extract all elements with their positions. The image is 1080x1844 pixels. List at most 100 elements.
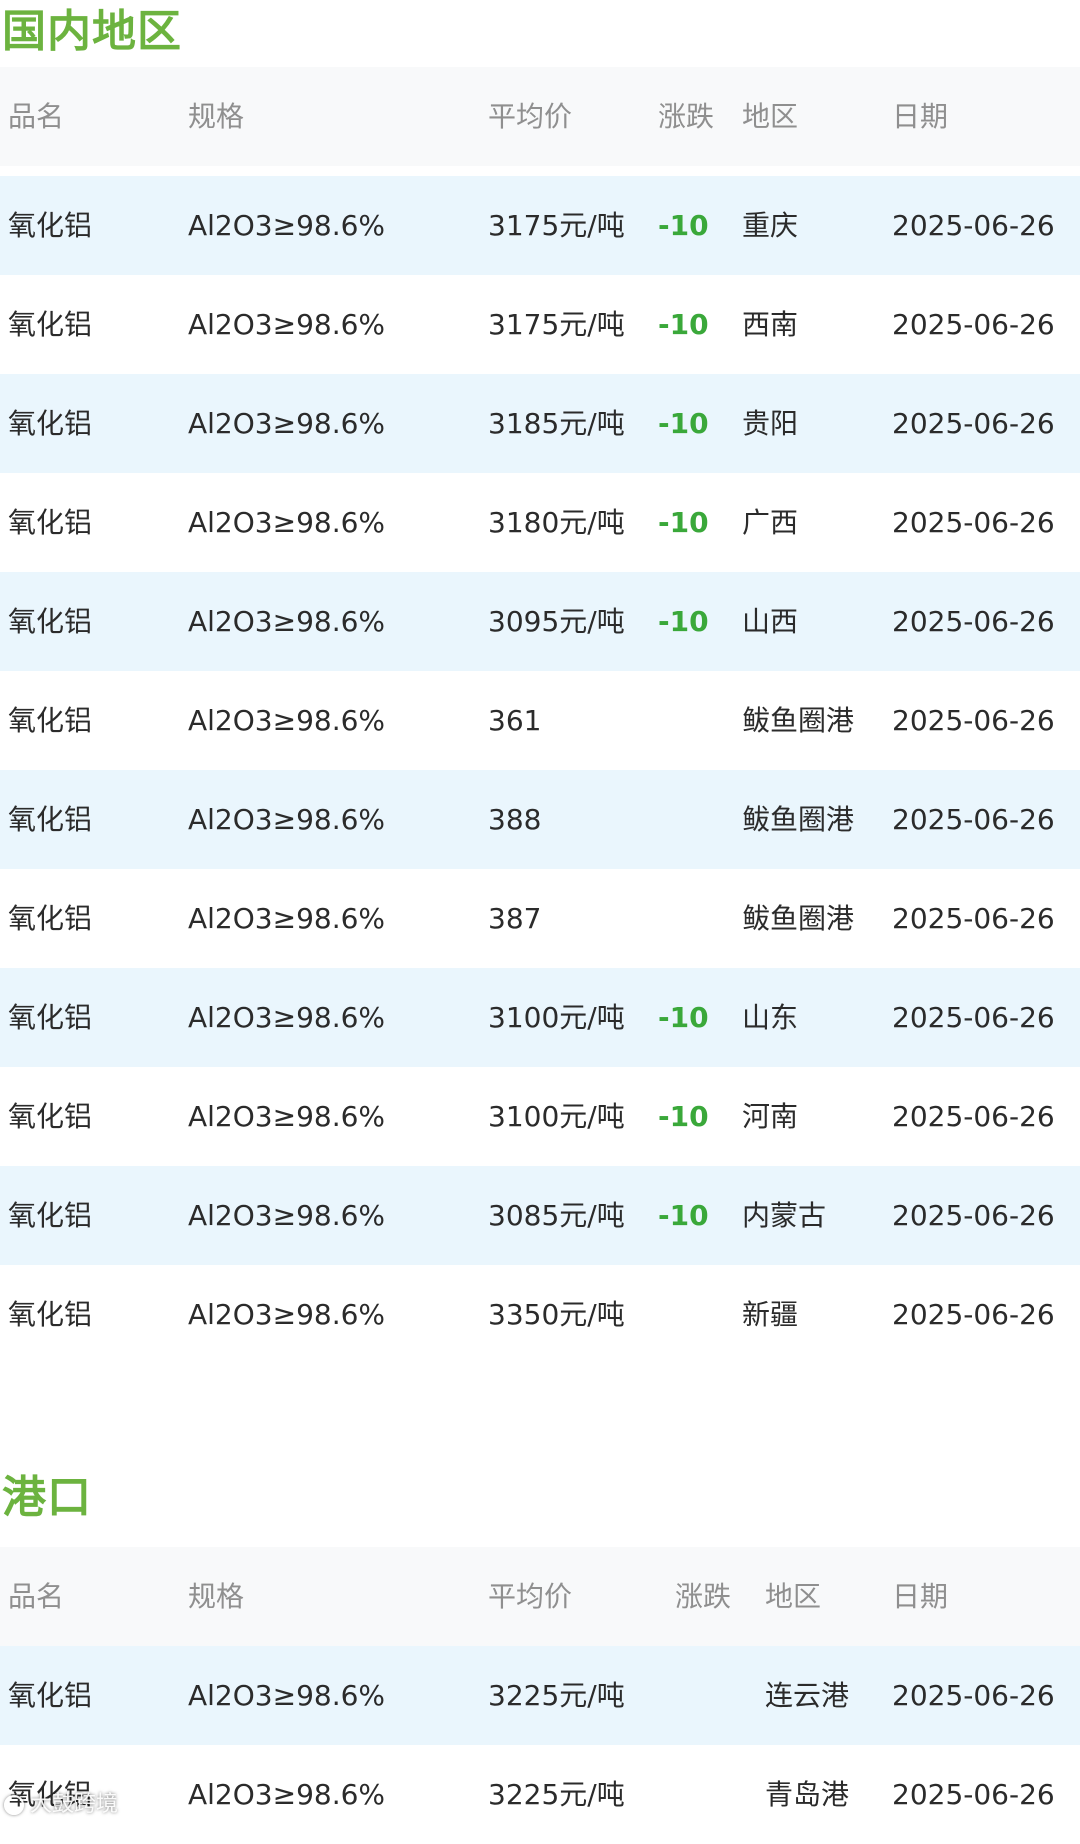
cell-name: 氧化铝	[8, 1298, 93, 1331]
cell-name: 氧化铝	[8, 605, 93, 638]
cell-date: 2025-06-26	[892, 1298, 1055, 1331]
cell-date: 2025-06-26	[892, 209, 1055, 242]
cell-name: 氧化铝	[8, 506, 93, 539]
cell-price: 3180元/吨	[488, 506, 625, 539]
cell-name: 氧化铝	[8, 209, 93, 242]
watermark: 大鼓跨境	[4, 1790, 118, 1820]
cell-region: 广西	[742, 506, 799, 539]
cell-spec: Al2O3≥98.6%	[188, 1199, 386, 1232]
column-header-date: 日期	[892, 1580, 949, 1613]
cell-spec: Al2O3≥98.6%	[188, 1001, 386, 1034]
cell-date: 2025-06-26	[892, 1199, 1055, 1232]
cell-region: 鲅鱼圈港	[742, 902, 855, 935]
column-header-spec: 规格	[188, 100, 245, 133]
column-header-name: 品名	[8, 1580, 65, 1613]
column-header-change: 涨跌	[658, 100, 715, 133]
column-header-spec: 规格	[188, 1580, 245, 1613]
cell-price: 3225元/吨	[488, 1778, 625, 1811]
column-header-region: 地区	[765, 1580, 822, 1613]
cell-spec: Al2O3≥98.6%	[188, 506, 386, 539]
cell-change: -10	[658, 308, 709, 341]
cell-name: 氧化铝	[8, 704, 93, 737]
table-row: 氧化铝 Al2O3≥98.6% 3100元/吨 -10 河南 2025-06-26	[0, 1067, 1080, 1166]
table-row: 氧化铝 Al2O3≥98.6% 3175元/吨 -10 重庆 2025-06-26	[0, 176, 1080, 275]
column-header-change: 涨跌	[675, 1580, 732, 1613]
cell-date: 2025-06-26	[892, 1001, 1055, 1034]
cell-price: 3175元/吨	[488, 209, 625, 242]
table-header-row: 品名 规格 平均价 涨跌 地区 日期	[0, 1547, 1080, 1646]
cell-spec: Al2O3≥98.6%	[188, 1298, 386, 1331]
cell-spec: Al2O3≥98.6%	[188, 308, 386, 341]
cell-name: 氧化铝	[8, 1199, 93, 1232]
cell-date: 2025-06-26	[892, 506, 1055, 539]
table-row: 氧化铝 Al2O3≥98.6% 3185元/吨 -10 贵阳 2025-06-26	[0, 374, 1080, 473]
cell-region: 鲅鱼圈港	[742, 803, 855, 836]
table-row: 氧化铝 Al2O3≥98.6% 3180元/吨 -10 广西 2025-06-26	[0, 473, 1080, 572]
cell-region: 新疆	[742, 1298, 799, 1331]
cell-price: 388	[488, 803, 542, 836]
cell-date: 2025-06-26	[892, 1100, 1055, 1133]
cell-price: 3095元/吨	[488, 605, 625, 638]
cell-region: 山西	[742, 605, 799, 638]
cell-spec: Al2O3≥98.6%	[188, 1679, 386, 1712]
table-row: 氧化铝 Al2O3≥98.6% 3100元/吨 -10 山东 2025-06-26	[0, 968, 1080, 1067]
cell-region: 内蒙古	[742, 1199, 827, 1232]
cell-name: 氧化铝	[8, 1100, 93, 1133]
table-row: 氧化铝 Al2O3≥98.6% 361 鲅鱼圈港 2025-06-26	[0, 671, 1080, 770]
table-row: 氧化铝 Al2O3≥98.6% 3350元/吨 新疆 2025-06-26	[0, 1265, 1080, 1364]
table-row: 氧化铝 Al2O3≥98.6% 388 鲅鱼圈港 2025-06-26	[0, 770, 1080, 869]
port-section-title: 港口	[2, 1472, 92, 1523]
cell-name: 氧化铝	[8, 407, 93, 440]
cell-price: 3185元/吨	[488, 407, 625, 440]
cell-region: 西南	[742, 308, 799, 341]
cell-spec: Al2O3≥98.6%	[188, 605, 386, 638]
cell-name: 氧化铝	[8, 1679, 93, 1712]
cell-price: 361	[488, 704, 542, 737]
column-header-price: 平均价	[488, 1580, 573, 1613]
watermark-text: 大鼓跨境	[30, 1792, 119, 1817]
domestic-section-title: 国内地区	[2, 6, 182, 57]
cell-date: 2025-06-26	[892, 803, 1055, 836]
table-header-row: 品名 规格 平均价 涨跌 地区 日期	[0, 67, 1080, 166]
column-header-date: 日期	[892, 100, 949, 133]
cell-change: -10	[658, 506, 709, 539]
table-row: 氧化铝 Al2O3≥98.6% 3225元/吨 青岛港 2025-06-26	[0, 1745, 1080, 1844]
cell-change: -10	[658, 407, 709, 440]
cell-change: -10	[658, 605, 709, 638]
cell-date: 2025-06-26	[892, 1679, 1055, 1712]
cell-spec: Al2O3≥98.6%	[188, 902, 386, 935]
cell-region: 青岛港	[765, 1778, 850, 1811]
cell-change: -10	[658, 209, 709, 242]
table-row: 氧化铝 Al2O3≥98.6% 3095元/吨 -10 山西 2025-06-26	[0, 572, 1080, 671]
cell-region: 贵阳	[742, 407, 799, 440]
cell-name: 氧化铝	[8, 803, 93, 836]
column-header-price: 平均价	[488, 100, 573, 133]
cell-date: 2025-06-26	[892, 902, 1055, 935]
cell-date: 2025-06-26	[892, 605, 1055, 638]
cell-date: 2025-06-26	[892, 308, 1055, 341]
column-header-region: 地区	[742, 100, 799, 133]
cell-date: 2025-06-26	[892, 407, 1055, 440]
cell-region: 山东	[742, 1001, 799, 1034]
cell-region: 鲅鱼圈港	[742, 704, 855, 737]
cell-spec: Al2O3≥98.6%	[188, 704, 386, 737]
cell-change: -10	[658, 1199, 709, 1232]
cell-date: 2025-06-26	[892, 1778, 1055, 1811]
cell-name: 氧化铝	[8, 902, 93, 935]
cell-region: 重庆	[742, 209, 799, 242]
cell-spec: Al2O3≥98.6%	[188, 1778, 386, 1811]
cell-date: 2025-06-26	[892, 704, 1055, 737]
table-row: 氧化铝 Al2O3≥98.6% 3085元/吨 -10 内蒙古 2025-06-26	[0, 1166, 1080, 1265]
cell-price: 3225元/吨	[488, 1679, 625, 1712]
cell-change: -10	[658, 1001, 709, 1034]
table-row: 氧化铝 Al2O3≥98.6% 3175元/吨 -10 西南 2025-06-26	[0, 275, 1080, 374]
column-header-name: 品名	[8, 100, 65, 133]
cell-spec: Al2O3≥98.6%	[188, 803, 386, 836]
table-row: 氧化铝 Al2O3≥98.6% 3225元/吨 连云港 2025-06-26	[0, 1646, 1080, 1745]
watermark-logo-icon	[4, 1795, 24, 1815]
cell-name: 氧化铝	[8, 1001, 93, 1034]
cell-price: 3100元/吨	[488, 1100, 625, 1133]
cell-price: 387	[488, 902, 542, 935]
cell-region: 河南	[742, 1100, 799, 1133]
cell-price: 3085元/吨	[488, 1199, 625, 1232]
